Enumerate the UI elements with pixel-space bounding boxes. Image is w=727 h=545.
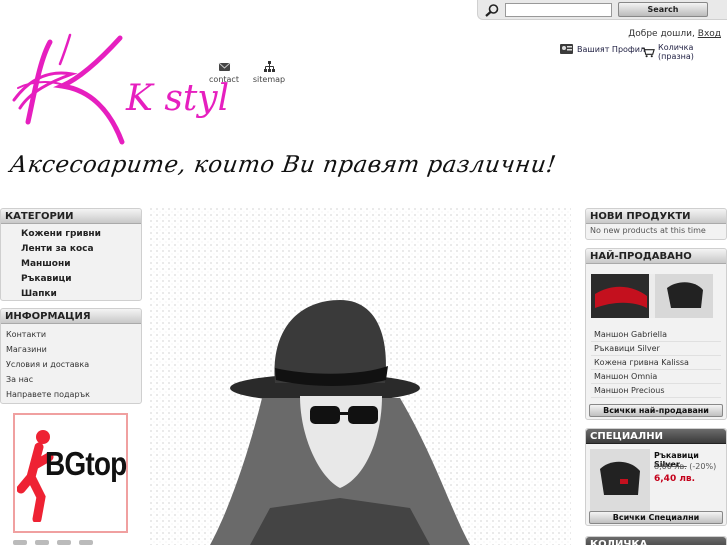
bgtop-badge[interactable]: BGtop [13, 413, 128, 533]
best-seller-item[interactable]: Маншон Precious [591, 384, 721, 398]
paypal-icon [57, 540, 71, 545]
new-products-title: НОВИ ПРОДУКТИ [586, 209, 726, 224]
information-item[interactable]: Направете подарък [6, 387, 141, 402]
information-item[interactable]: За нас [6, 372, 141, 387]
epay-icon [79, 540, 93, 545]
welcome-text: Добре дошли, Вход [628, 29, 721, 39]
categories-title: КАТЕГОРИИ [1, 209, 141, 224]
search-bar: Search [477, 0, 727, 20]
best-seller-item[interactable]: Кожена гривна Kalissa [591, 356, 721, 370]
hero-image [150, 208, 571, 545]
new-products-empty: No new products at this time [590, 226, 706, 235]
best-sellers-box: НАЙ-ПРОДАВАНО Маншон Gabriella Ръкавици … [585, 248, 727, 420]
special-old-price: 8,00 лв. (-20%) [654, 462, 716, 471]
nav-contact-label: contact [209, 75, 239, 84]
sitemap-icon [263, 61, 275, 72]
visa-icon [13, 540, 27, 545]
profile-icon [560, 44, 573, 54]
category-item[interactable]: Шапки [21, 287, 141, 302]
special-new-price: 6,40 лв. [654, 474, 696, 484]
logo[interactable]: K style [10, 30, 230, 150]
best-seller-item[interactable]: Маншон Omnia [591, 370, 721, 384]
all-best-sellers-button[interactable]: Всички най-продавани [589, 404, 723, 417]
bgtop-label: BGtop [45, 445, 127, 482]
nav-sitemap[interactable]: sitemap [252, 60, 286, 84]
cart-icon [641, 47, 655, 58]
profile-label: Вашият Профил [577, 44, 646, 54]
discount-value: (-20%) [689, 462, 717, 471]
best-seller-item[interactable]: Ръкавици Silver [591, 342, 721, 356]
login-link[interactable]: Вход [698, 29, 721, 39]
best-seller-item[interactable]: Маншон Gabriella [591, 328, 721, 342]
envelope-icon [218, 62, 230, 71]
mastercard-icon [35, 540, 49, 545]
cart-link[interactable]: Количка (празна) [641, 43, 727, 61]
nav-sitemap-label: sitemap [252, 75, 286, 84]
specials-box: СПЕЦИАЛНИ Ръкавици Silver 8,00 лв. (-20%… [585, 428, 727, 526]
information-title: ИНФОРМАЦИЯ [1, 309, 141, 324]
specials-title: СПЕЦИАЛНИ [586, 429, 726, 444]
best-sellers-title: НАЙ-ПРОДАВАНО [586, 249, 726, 264]
information-item[interactable]: Контакти [6, 327, 141, 342]
special-product-image[interactable] [590, 449, 650, 511]
category-item[interactable]: Ленти за коса [21, 242, 141, 257]
category-item[interactable]: Маншони [21, 257, 141, 272]
cart-box-title: КОЛИЧКА [586, 537, 726, 545]
search-button[interactable]: Search [618, 2, 708, 17]
cart-box: КОЛИЧКА [585, 536, 727, 545]
new-products-box: НОВИ ПРОДУКТИ No new products at this ti… [585, 208, 727, 240]
search-input[interactable] [505, 3, 612, 17]
payment-icons [13, 540, 133, 545]
welcome-label: Добре дошли, [628, 29, 695, 39]
logo-text: K style [125, 78, 230, 119]
information-item[interactable]: Магазини [6, 342, 141, 357]
nav-contact[interactable]: contact [206, 60, 242, 84]
cart-label: Количка (празна) [658, 43, 694, 61]
category-item[interactable]: Кожени гривни [21, 227, 141, 242]
best-seller-image[interactable] [591, 274, 713, 318]
category-item[interactable]: Ръкавици [21, 272, 141, 287]
old-price-value: 8,00 лв. [654, 462, 687, 471]
information-box: ИНФОРМАЦИЯ Контакти Магазини Условия и д… [0, 308, 142, 404]
categories-box: КАТЕГОРИИ Кожени гривни Ленти за коса Ма… [0, 208, 142, 301]
slogan: Аксесоарите, които Ви правят различни! [8, 152, 558, 178]
information-item[interactable]: Условия и доставка [6, 357, 141, 372]
profile-link[interactable]: Вашият Профил [559, 43, 645, 55]
all-specials-button[interactable]: Всички Специални [589, 511, 723, 524]
search-icon [485, 4, 499, 17]
